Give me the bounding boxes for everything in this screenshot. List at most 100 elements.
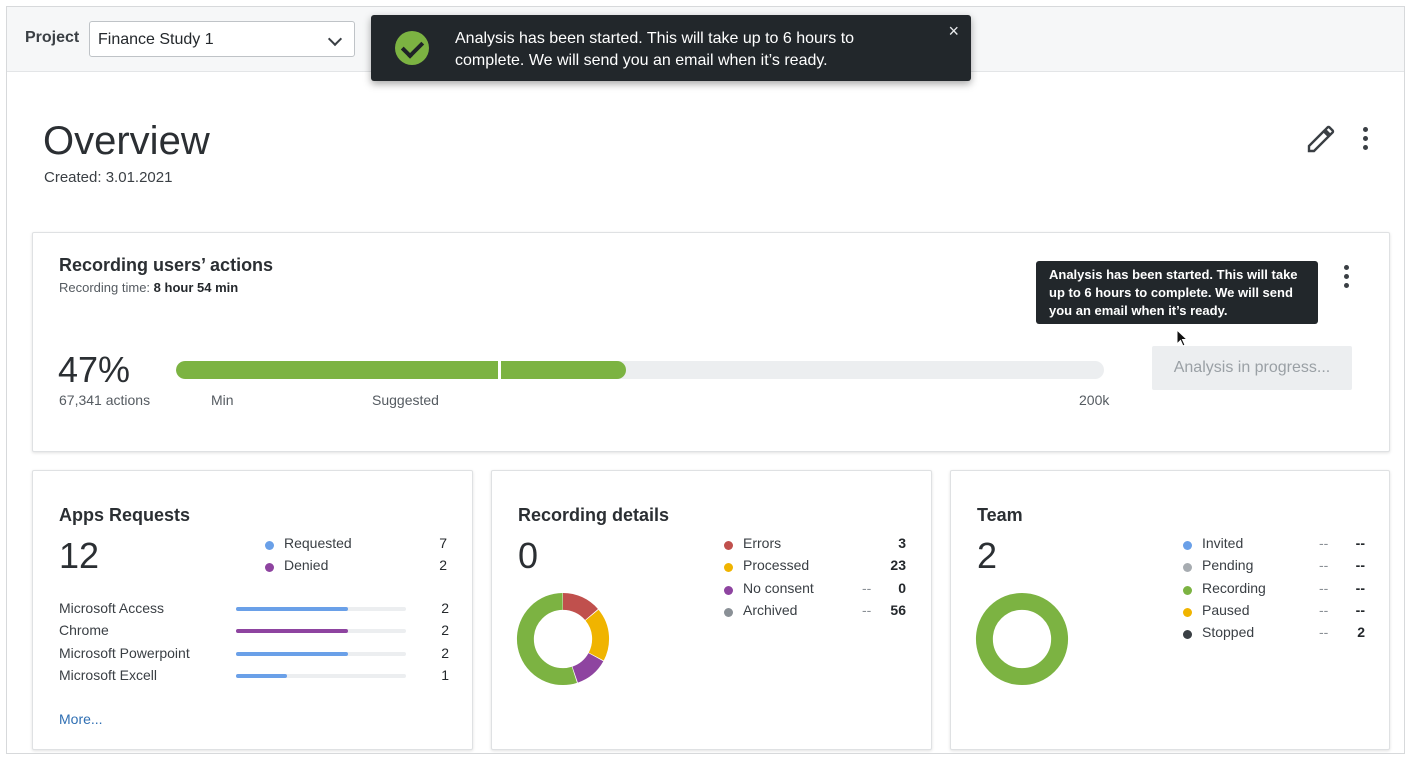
app-count: 1	[441, 666, 449, 683]
team-total: 2	[977, 535, 998, 576]
legend-dot	[724, 563, 733, 573]
legend-dot	[1183, 630, 1192, 640]
legend-label: Errors	[743, 535, 782, 551]
recording-time: Recording time: 8 hour 54 min	[59, 280, 238, 295]
app-name: Microsoft Powerpoint	[59, 644, 190, 661]
app-frame: Project Finance Study 1 Analysis has bee…	[6, 6, 1405, 754]
app-count: 2	[441, 600, 449, 616]
team-donut-ring	[975, 592, 1069, 686]
app-bar-fill	[236, 651, 349, 656]
more-link[interactable]: More...	[59, 711, 103, 727]
app-bar-fill	[236, 607, 349, 611]
legend-dot	[265, 541, 274, 550]
app-name: Microsoft Access	[59, 600, 165, 616]
legend-item: Invited -- --	[1183, 535, 1365, 557]
legend-dot	[265, 563, 274, 573]
legend-label: Recording	[1202, 579, 1266, 596]
created-label: Created:	[44, 169, 102, 186]
legend-value: 0	[898, 579, 906, 596]
legend-dot	[724, 585, 733, 595]
close-icon[interactable]: ×	[948, 21, 959, 42]
legend-dash: --	[1319, 601, 1329, 618]
legend-item: Pending -- --	[1183, 557, 1365, 579]
legend-dot	[1183, 541, 1192, 550]
legend-value: 2	[1357, 624, 1365, 641]
apps-title: Apps Requests	[59, 505, 191, 525]
legend-label: Processed	[743, 557, 810, 574]
legend-value: --	[1355, 535, 1365, 551]
legend-dash: --	[1319, 579, 1329, 596]
scale-max: 200k	[1079, 392, 1110, 408]
created-date: Created: 3.01.2021	[44, 169, 172, 186]
recording-details-card: Recording details 0 Errors 3 Processed 2…	[491, 470, 932, 750]
toast-message: Analysis has been started. This will tak…	[455, 30, 855, 69]
legend-item: No consent -- 0	[724, 580, 906, 602]
analysis-in-progress-button[interactable]: Analysis in progress...	[1152, 346, 1352, 390]
legend-item: Processed 23	[724, 557, 906, 579]
recording-time-value: 8 hour 54 min	[153, 280, 239, 295]
project-select-value: Finance Study 1	[98, 31, 214, 48]
legend-item: Stopped -- 2	[1183, 624, 1365, 646]
legend-value: 56	[890, 601, 906, 618]
check-circle-icon	[395, 31, 429, 65]
recording-actions: 67,341 actions	[59, 392, 151, 408]
analysis-tooltip: Analysis has been started. This will tak…	[1036, 261, 1318, 324]
legend-value: --	[1355, 557, 1365, 574]
legend-label: Paused	[1202, 601, 1250, 618]
legend-value: --	[1355, 601, 1365, 618]
page-title: Overview	[43, 119, 210, 163]
legend-value: 3	[898, 535, 906, 551]
legend-dot	[1183, 607, 1192, 617]
legend-label: Invited	[1202, 535, 1244, 551]
legend-item: Errors 3	[724, 535, 906, 557]
legend-dash: --	[862, 601, 872, 618]
app-bar	[236, 607, 406, 611]
created-value: 3.01.2021	[105, 169, 173, 186]
legend-item: Recording -- --	[1183, 580, 1365, 602]
legend-value: 23	[890, 557, 906, 574]
team-legend: Invited -- -- Pending -- -- Recording --…	[1183, 535, 1365, 646]
app-bar	[236, 651, 406, 656]
pencil-icon[interactable]	[1305, 123, 1337, 155]
app-row: Microsoft Powerpoint 2	[59, 645, 449, 667]
recording-progress-bar	[176, 361, 1104, 379]
team-donut-chart	[975, 592, 1069, 686]
scale-suggested: Suggested	[372, 392, 439, 408]
details-legend: Errors 3 Processed 23 No consent -- 0 Ar…	[724, 535, 906, 624]
recording-time-label: Recording time:	[59, 280, 151, 295]
apps-total: 12	[59, 535, 100, 576]
app-count: 2	[441, 622, 449, 639]
app-name: Microsoft Excell	[59, 666, 158, 683]
recording-percent: 47%	[58, 349, 131, 390]
legend-label: Pending	[1202, 557, 1254, 574]
app-row: Chrome 2	[59, 622, 449, 644]
mouse-cursor-icon	[1176, 329, 1189, 347]
legend-dash: --	[862, 579, 872, 596]
project-select[interactable]: Finance Study 1	[89, 21, 355, 57]
app-bar-fill	[236, 629, 349, 634]
apps-legend: Requested 7 Denied 2	[265, 535, 447, 580]
recording-progress-fill	[176, 361, 627, 379]
legend-value: 2	[439, 557, 447, 574]
legend-item: Archived -- 56	[724, 602, 906, 624]
legend-label: No consent	[743, 579, 814, 596]
legend-label: Requested	[284, 535, 352, 551]
legend-label: Stopped	[1202, 624, 1255, 641]
details-title: Recording details	[518, 505, 670, 525]
team-title: Team	[977, 505, 1023, 525]
app-bar	[236, 629, 406, 634]
page-more-icon[interactable]	[1361, 127, 1369, 153]
details-total: 0	[518, 535, 539, 576]
legend-item: Denied 2	[265, 557, 447, 579]
team-card: Team 2 Invited -- -- Pending -- -- Recor…	[950, 470, 1390, 750]
legend-dot	[1183, 585, 1192, 595]
toast-notification: Analysis has been started. This will tak…	[371, 15, 971, 81]
app-bar	[236, 673, 406, 678]
legend-item: Requested 7	[265, 535, 447, 557]
recording-more-icon[interactable]	[1342, 265, 1350, 291]
legend-value: 7	[439, 535, 447, 551]
app-row: Microsoft Access 2	[59, 600, 449, 622]
project-label: Project	[25, 29, 80, 46]
scale-min: Min	[211, 392, 234, 408]
app-row: Microsoft Excell 1	[59, 667, 449, 689]
